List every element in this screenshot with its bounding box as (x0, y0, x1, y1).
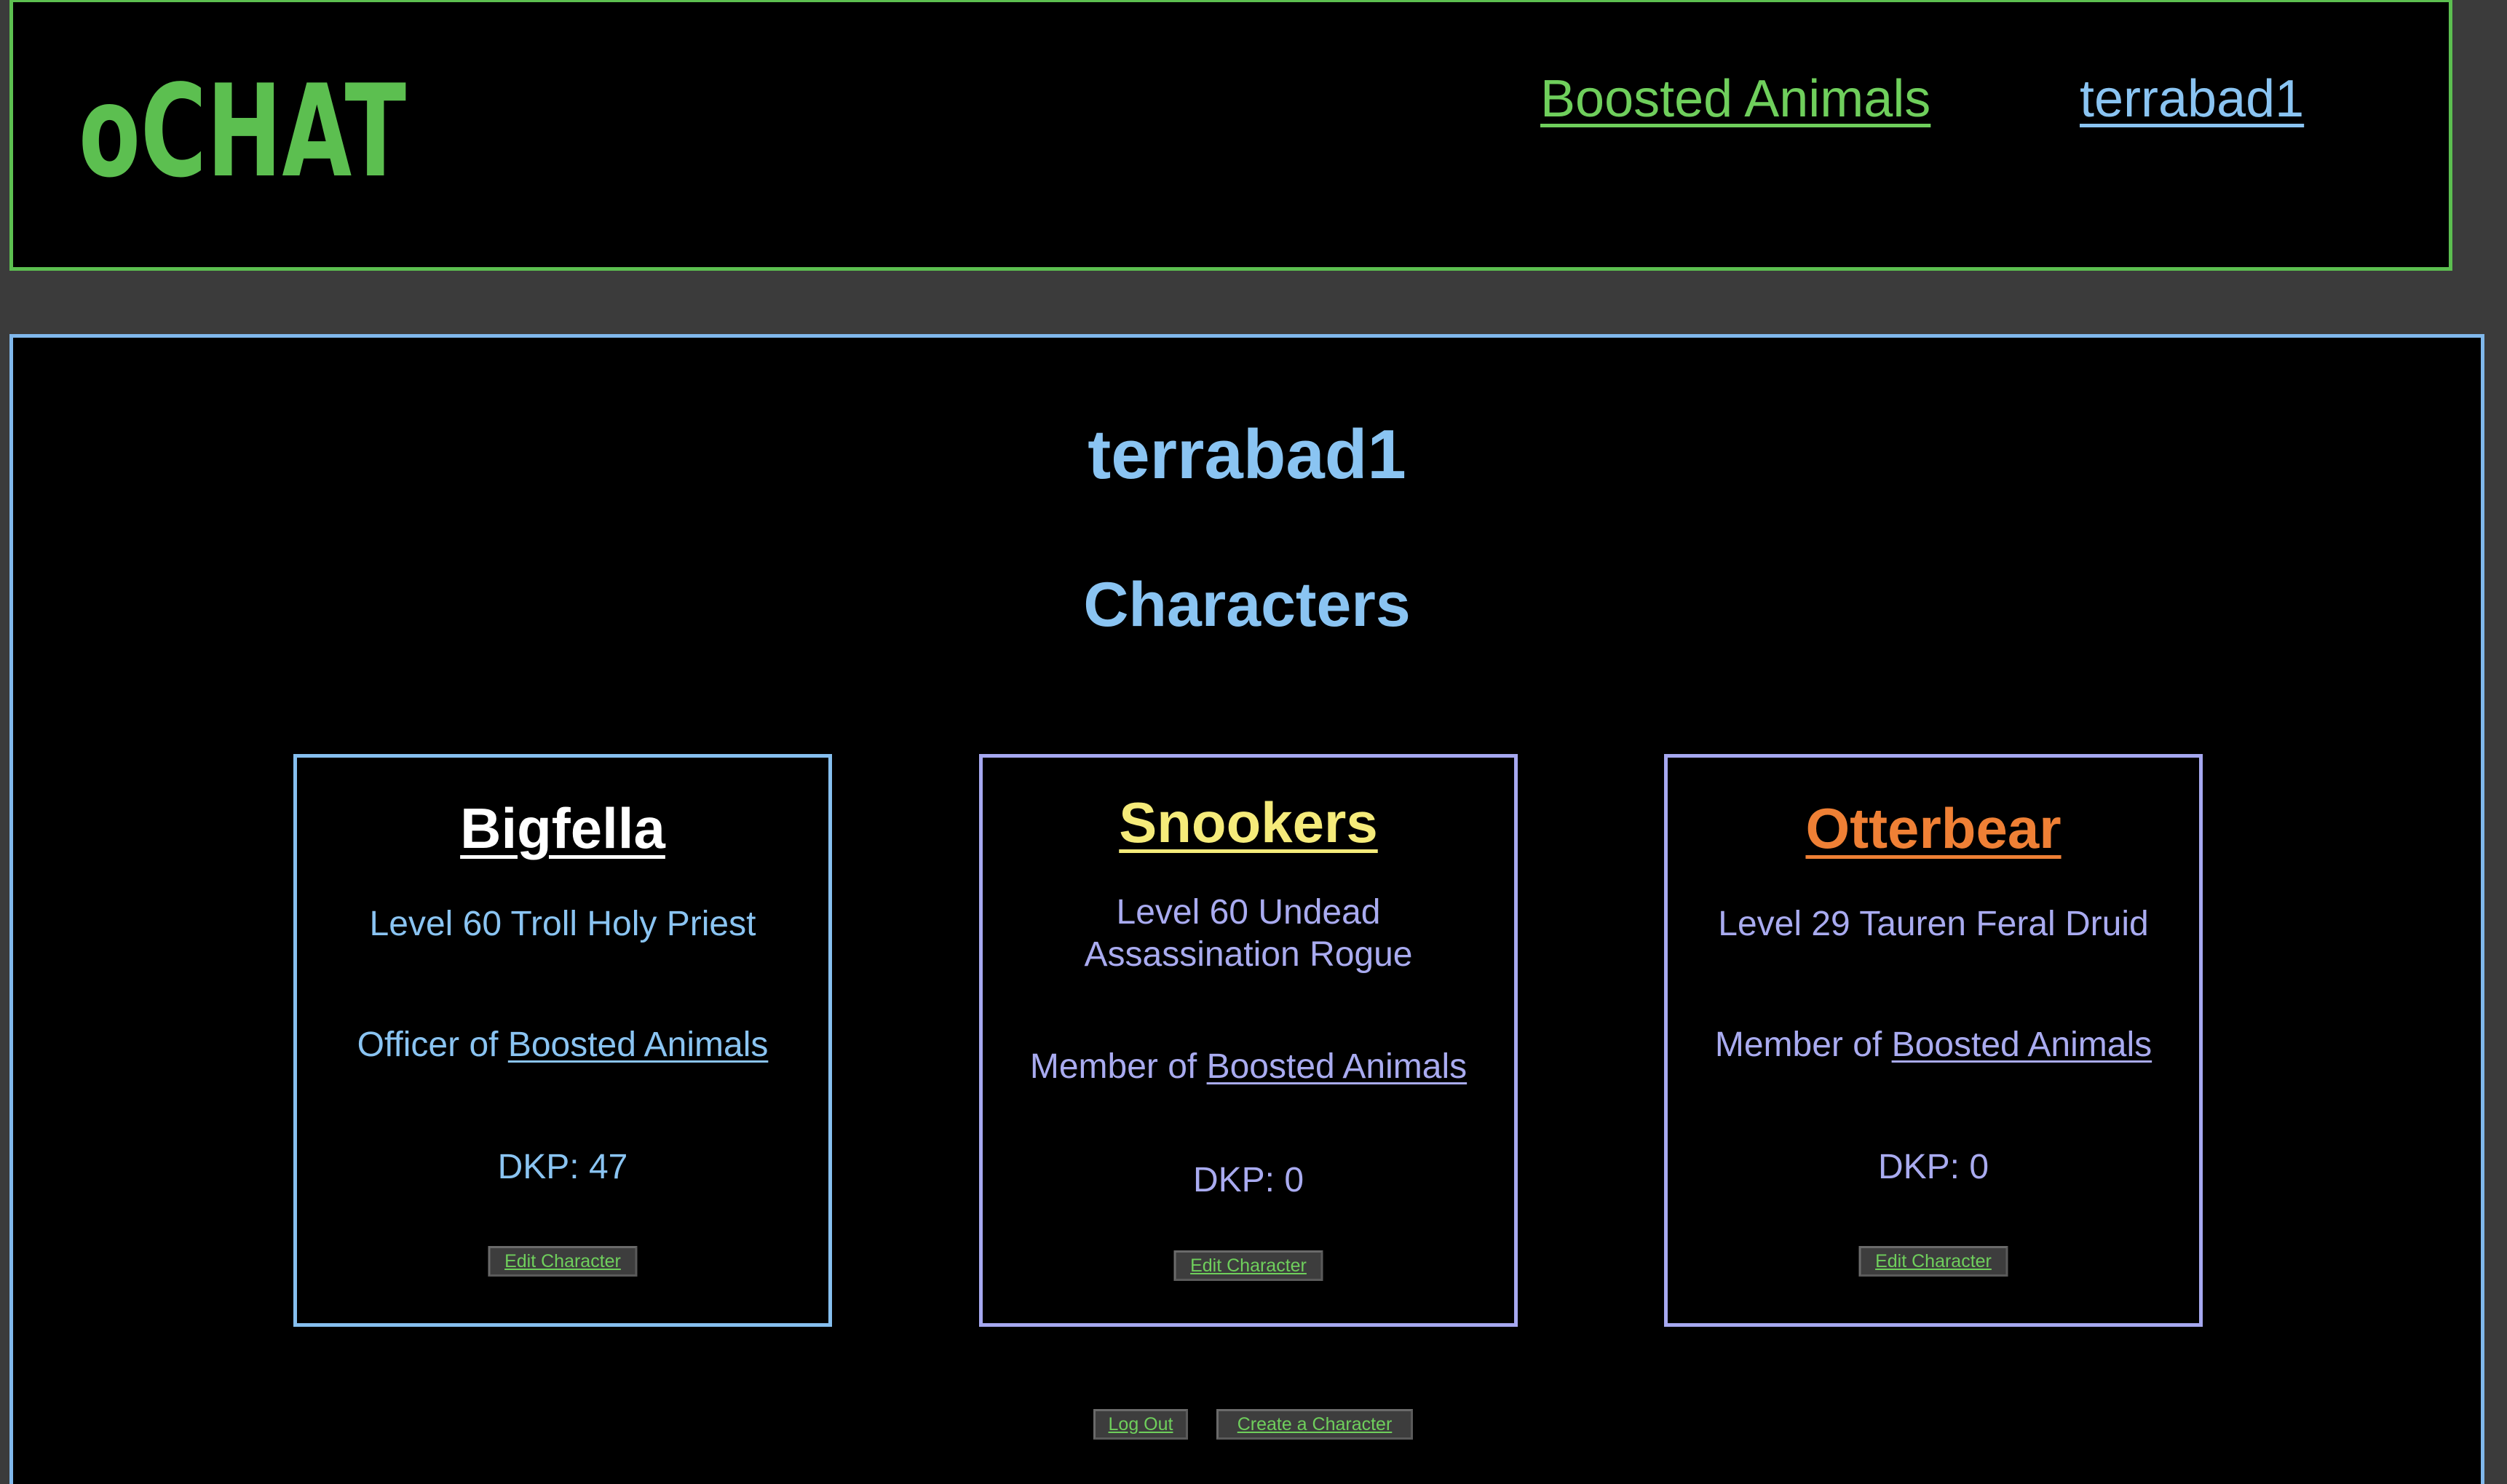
character-description: Level 60 Troll Holy Priest (369, 905, 756, 943)
section-title: Characters (1083, 570, 1411, 640)
character-name-link[interactable]: Snookers (983, 790, 1514, 856)
character-description: Level 60 Undead Assassination Rogue (1084, 893, 1413, 974)
nav-user-link[interactable]: terrabad1 (2080, 69, 2304, 129)
character-dkp: DKP: 0 (1877, 1148, 1989, 1186)
edit-character-button[interactable]: Edit Character (1173, 1250, 1323, 1281)
character-membership: Member of Boosted Animals (1697, 1024, 2170, 1066)
profile-panel: terrabad1 Characters Bigfella Level 60 T… (9, 334, 2484, 1484)
character-dkp: DKP: 47 (497, 1148, 628, 1186)
site-header: oCHAT Boosted Animals terrabad1 (9, 0, 2452, 271)
membership-label: Member of (1029, 1047, 1207, 1086)
svg-text:oCHAT: oCHAT (79, 59, 406, 197)
ochat-logo[interactable]: oCHAT (79, 59, 413, 197)
character-description: Level 29 Tauren Feral Druid (1718, 905, 2149, 943)
guild-link[interactable]: Boosted Animals (1892, 1025, 2152, 1064)
membership-label: Member of (1714, 1025, 1892, 1064)
nav-guild-link[interactable]: Boosted Animals (1540, 69, 1930, 129)
edit-character-button[interactable]: Edit Character (1858, 1246, 2008, 1277)
character-name-link[interactable]: Otterbear (1668, 795, 2199, 862)
character-card: Bigfella Level 60 Troll Holy Priest Offi… (293, 754, 832, 1327)
create-character-button[interactable]: Create a Character (1216, 1409, 1413, 1440)
character-membership: Member of Boosted Animals (1012, 1046, 1485, 1088)
character-card: Snookers Level 60 Undead Assassination R… (979, 754, 1518, 1327)
guild-link[interactable]: Boosted Animals (508, 1025, 769, 1064)
character-name-link[interactable]: Bigfella (297, 795, 828, 862)
page-title: terrabad1 (1088, 416, 1406, 493)
character-membership: Officer of Boosted Animals (326, 1024, 799, 1066)
edit-character-button[interactable]: Edit Character (488, 1246, 638, 1277)
guild-link[interactable]: Boosted Animals (1207, 1047, 1468, 1086)
character-card: Otterbear Level 29 Tauren Feral Druid Me… (1664, 754, 2203, 1327)
log-out-button[interactable]: Log Out (1093, 1409, 1188, 1440)
character-dkp: DKP: 0 (1192, 1161, 1304, 1199)
membership-label: Officer of (357, 1025, 508, 1064)
